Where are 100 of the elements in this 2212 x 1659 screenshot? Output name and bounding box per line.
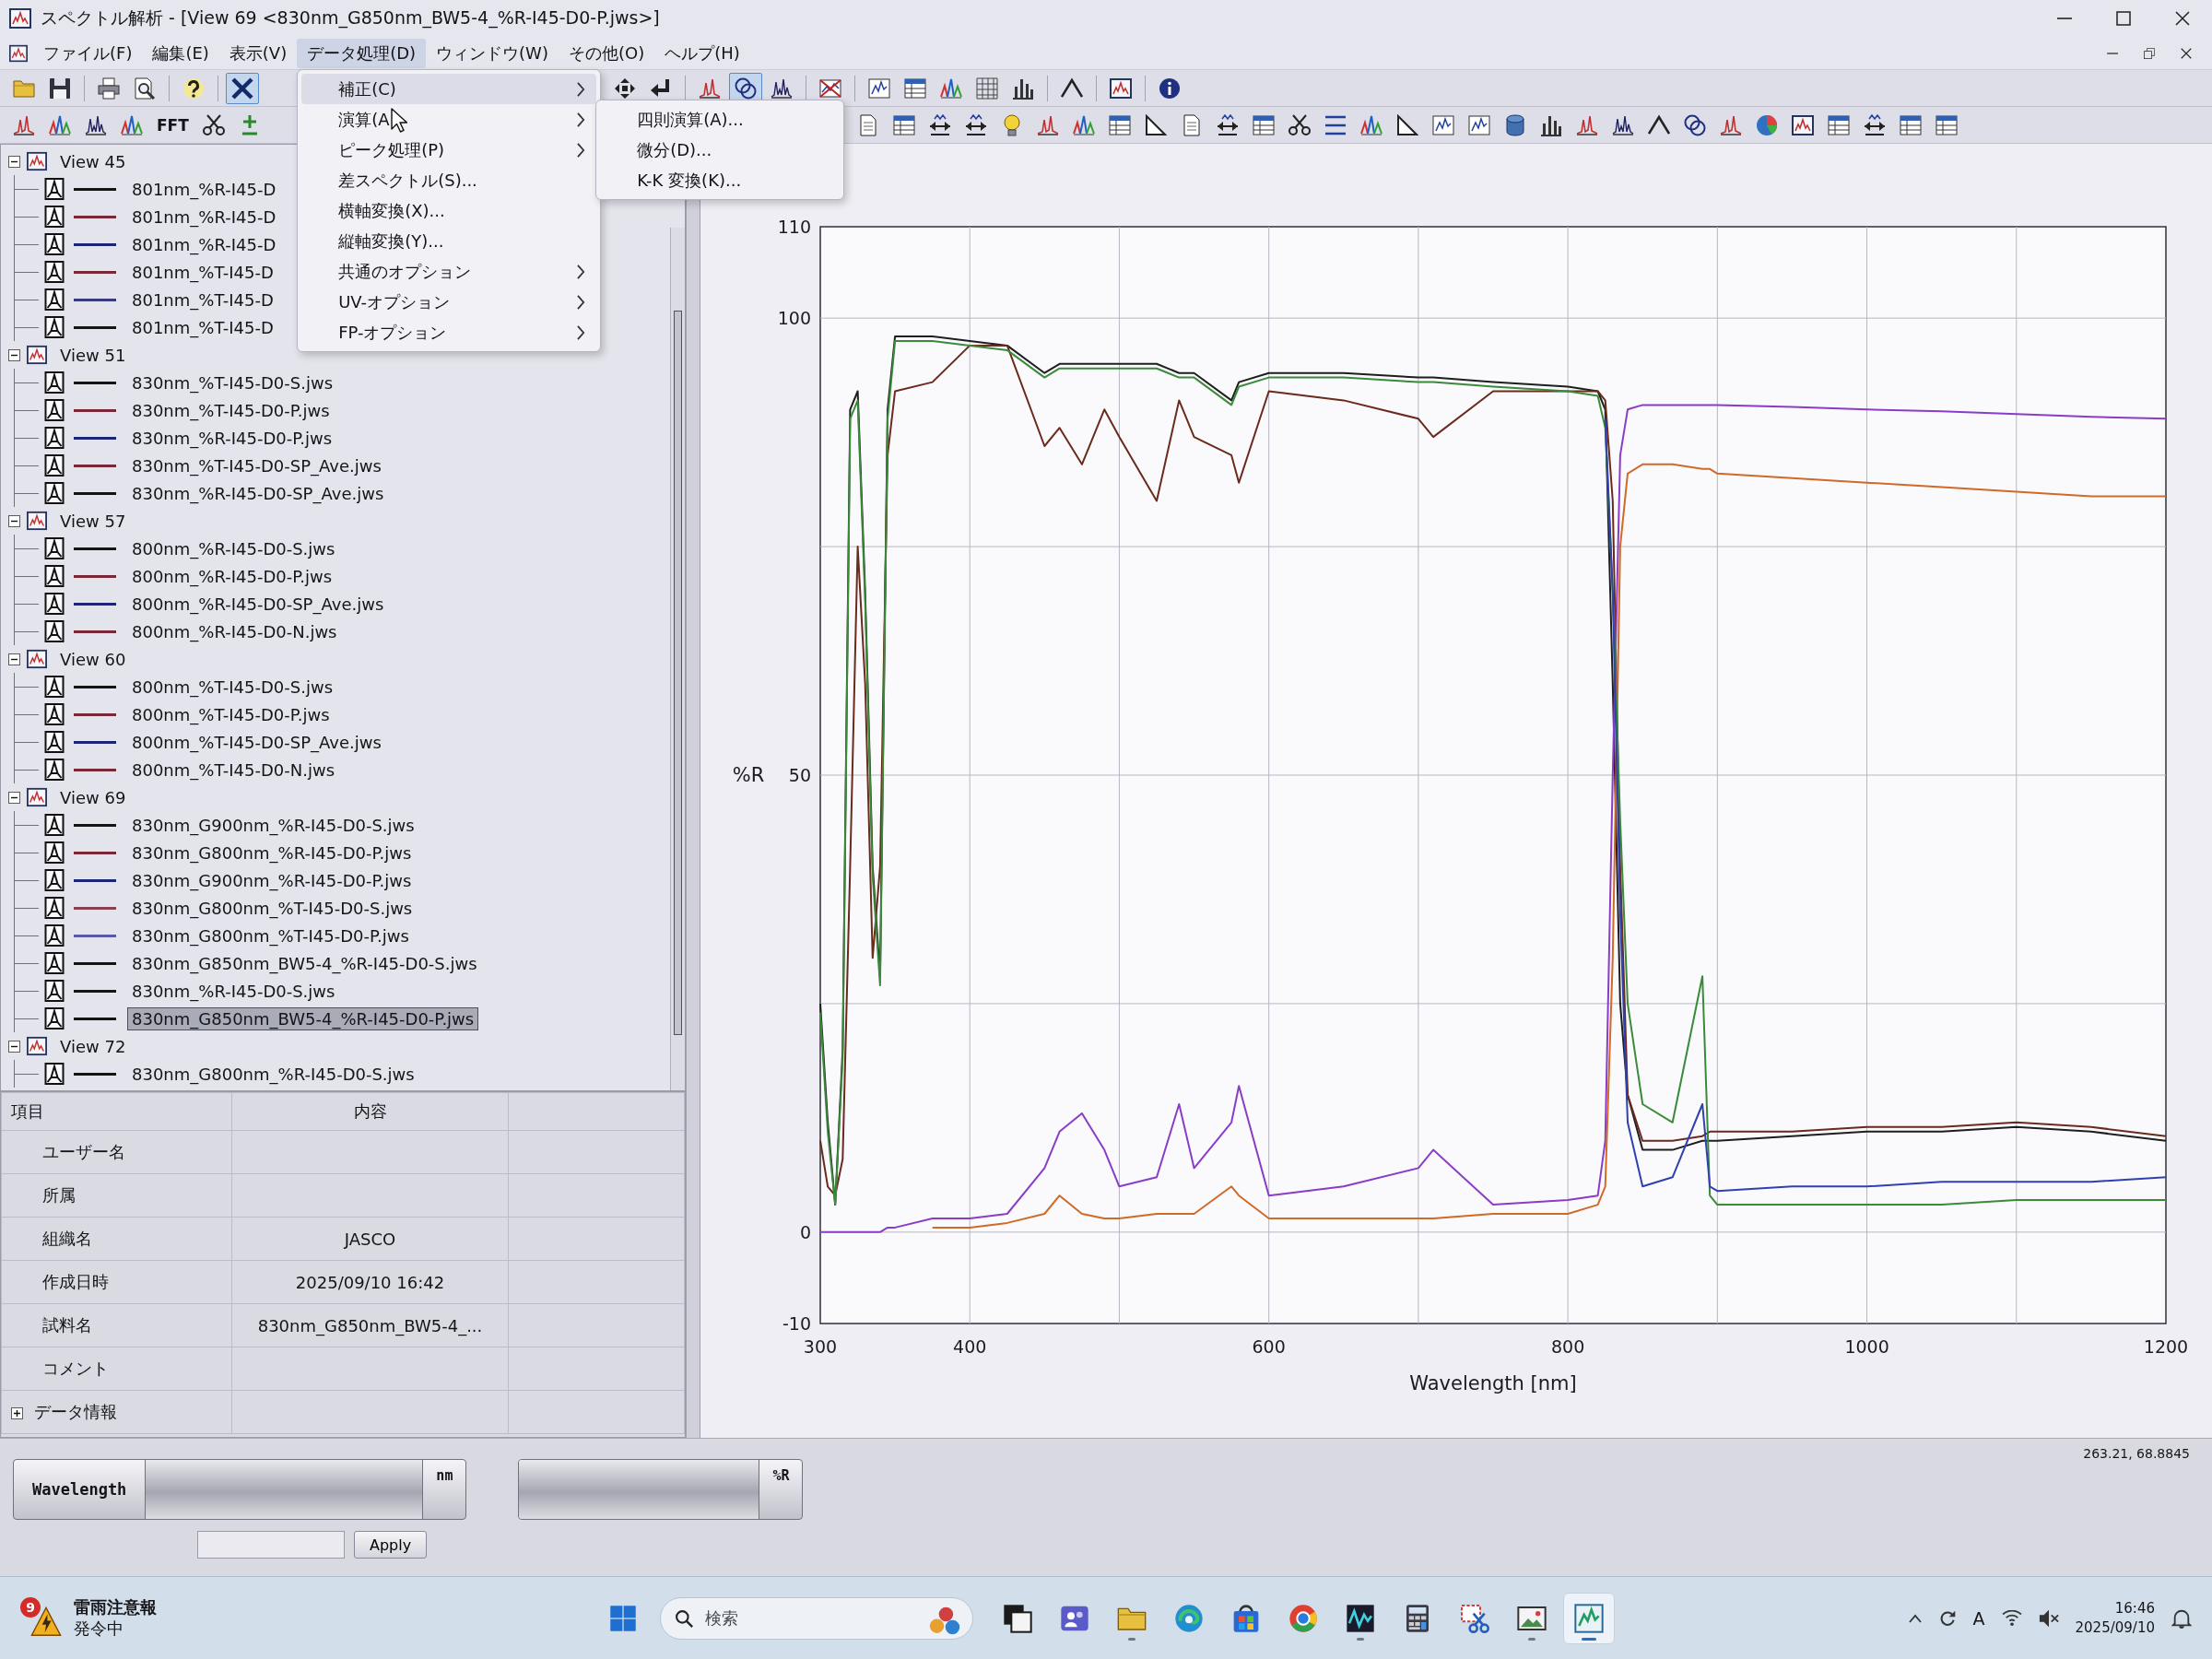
y-tick-label: 0 <box>799 1221 811 1242</box>
peak-document-icon <box>44 952 65 974</box>
muted-speaker-icon[interactable] <box>2038 1607 2059 1629</box>
chevron-up-icon[interactable] <box>1908 1613 1922 1623</box>
tree-item[interactable]: 800nm_%R-I45-D0-S.jws <box>127 536 340 560</box>
refresh-icon[interactable] <box>1937 1608 1957 1628</box>
peak-document-icon <box>44 454 65 477</box>
tree-item[interactable]: 830nm_G800nm_%T-I45-D0-S.jws <box>127 896 418 920</box>
double-arrow-icon <box>1864 113 1887 136</box>
toolbar-button[interactable] <box>226 72 259 104</box>
tree-item[interactable]: 830nm_G800nm_%R-I45-D0-S.jws <box>127 1062 419 1086</box>
tree-item[interactable]: 830nm_%T-I45-D0-SP_Ave.jws <box>127 453 386 477</box>
tree-item[interactable]: View 51 <box>55 343 131 367</box>
weather-title[interactable]: 雷雨注意報 <box>74 1597 157 1618</box>
menu-item[interactable]: 編集(E) <box>142 38 219 68</box>
tree-item[interactable]: 800nm_%R-I45-D0-N.jws <box>127 619 342 643</box>
maximize-icon <box>2116 11 2131 26</box>
table-icon <box>904 76 927 100</box>
y-axis-title: %R <box>732 764 765 786</box>
tree-item[interactable]: 830nm_G850nm_BW5-4_%R-I45-D0-S.jws <box>127 951 482 975</box>
submenu-item[interactable]: K-K 変換(K)... <box>600 165 841 195</box>
peak-document-icon <box>44 233 65 255</box>
wifi-icon[interactable] <box>2001 1609 2022 1627</box>
peak-document-icon <box>44 206 65 228</box>
dropdown-menu-item[interactable]: 共通のオプション <box>301 256 597 287</box>
bell-icon[interactable] <box>2171 1607 2192 1629</box>
dropdown-menu-item[interactable]: FP-オプション <box>301 317 597 347</box>
collapse-icon[interactable] <box>8 155 20 168</box>
tree-item[interactable]: 800nm_%T-I45-D0-S.jws <box>127 675 337 699</box>
expand-icon[interactable] <box>11 1406 23 1419</box>
tree-item[interactable]: 801nm_%R-I45-D <box>127 232 281 256</box>
question-mark-icon <box>182 76 205 100</box>
submenu-item[interactable]: 微分(D)... <box>600 135 841 165</box>
dropdown-menu-item[interactable]: 補正(C) <box>301 74 597 104</box>
collapse-icon[interactable] <box>8 514 20 527</box>
value-field[interactable] <box>146 1460 424 1519</box>
tree-item[interactable]: 830nm_G850nm_BW5-4_%R-I45-D0-P.jws <box>127 1006 479 1030</box>
dropdown-menu-item[interactable]: UV-オプション <box>301 287 597 317</box>
tree-item[interactable]: 800nm_%R-I45-D0-SP_Ave.jws <box>127 592 389 616</box>
tree-item[interactable]: View 57 <box>55 509 131 533</box>
property-label: データ情報 <box>34 1402 117 1421</box>
menu-item[interactable]: 表示(V) <box>218 38 298 68</box>
tree-item[interactable]: 801nm_%R-I45-D <box>127 177 281 201</box>
property-label: 作成日時 <box>1 1260 232 1304</box>
apply-button[interactable]: Apply <box>354 1531 428 1559</box>
dropdown-menu-item[interactable]: 演算(A <box>301 104 597 135</box>
ime-indicator[interactable]: A <box>1972 1607 1985 1629</box>
input-field[interactable] <box>197 1531 345 1559</box>
collapse-icon[interactable] <box>8 653 20 665</box>
tree-item[interactable]: View 69 <box>55 785 131 809</box>
dropdown-menu-item[interactable]: 差スペクトル(S)... <box>301 165 597 195</box>
double-arrow-icon <box>929 113 952 136</box>
tree-item[interactable]: 800nm_%T-I45-D0-SP_Ave.jws <box>127 730 386 754</box>
dropdown-menu-item[interactable]: 縦軸変換(Y)... <box>301 226 597 256</box>
menu-item[interactable]: その他(O) <box>558 38 655 68</box>
tree-item[interactable]: 830nm_G800nm_%R-I45-D0-P.jws <box>127 841 417 865</box>
value-field[interactable] <box>519 1460 760 1519</box>
dropdown-menu-item[interactable]: 横軸変換(X)... <box>301 195 597 226</box>
tree-item[interactable]: 801nm_%R-I45-D <box>127 205 281 229</box>
scrollbar[interactable] <box>670 228 685 1090</box>
tree-item[interactable]: 830nm_%T-I45-D0-S.jws <box>127 371 337 394</box>
collapse-icon[interactable] <box>8 1040 20 1053</box>
menu-item[interactable]: ファイル(F) <box>33 38 143 68</box>
line-chart-icon <box>1432 113 1455 136</box>
y-tick-label: 100 <box>777 308 811 329</box>
chart-window-icon <box>26 1036 48 1056</box>
clock-date[interactable]: 2025/09/10 <box>2075 1618 2155 1637</box>
chart-window-icon <box>26 787 48 807</box>
tree-item[interactable]: 830nm_%R-I45-D0-SP_Ave.jws <box>127 481 389 505</box>
collapse-icon[interactable] <box>8 348 20 361</box>
tree-item[interactable]: 830nm_%T-I45-D0-P.jws <box>127 398 335 422</box>
tree-item[interactable]: 801nm_%T-I45-D <box>127 288 278 312</box>
tree-item[interactable]: 800nm_%T-I45-D0-P.jws <box>127 702 335 726</box>
menu-item[interactable]: ヘルプ(H) <box>654 38 750 68</box>
tree-item[interactable]: 800nm_%T-I45-D0-N.jws <box>127 758 340 782</box>
tree-item[interactable]: 830nm_G900nm_%R-I45-D0-P.jws <box>127 868 417 892</box>
tree-item[interactable]: 801nm_%T-I45-D <box>127 315 278 339</box>
tree-item[interactable]: View 72 <box>55 1034 131 1058</box>
tree-item[interactable]: 800nm_%R-I45-D0-P.jws <box>127 564 337 588</box>
tree-item[interactable]: 801nm_%T-I45-D <box>127 260 278 284</box>
search-field[interactable]: 検索 <box>660 1596 973 1640</box>
tree-item[interactable]: 830nm_%R-I45-D0-P.jws <box>127 426 337 450</box>
tree-item[interactable]: 830nm_G900nm_%R-I45-D0-S.jws <box>127 813 419 837</box>
peak-document-icon <box>44 1063 65 1085</box>
dropdown-menu-item[interactable]: ピーク処理(P) <box>301 135 597 165</box>
table-icon <box>893 113 916 136</box>
toolbar-button[interactable]: FFT <box>151 109 194 141</box>
menu-item[interactable]: ウィンドウ(W) <box>426 38 559 68</box>
clock-time[interactable]: 16:46 <box>2114 1599 2155 1618</box>
property-label: コメント <box>1 1347 232 1391</box>
collapse-icon[interactable] <box>8 791 20 804</box>
tree-item[interactable]: 830nm_G800nm_%T-I45-D0-P.jws <box>127 924 414 947</box>
chart-window-icon <box>26 511 48 531</box>
peak-document-icon <box>44 593 65 615</box>
menu-item[interactable]: データ処理(D) <box>297 38 427 68</box>
caret-icon <box>1061 76 1084 100</box>
submenu-item[interactable]: 四則演算(A)... <box>600 104 841 135</box>
tree-item[interactable]: View 45 <box>55 149 131 173</box>
tree-item[interactable]: 830nm_%R-I45-D0-S.jws <box>127 979 340 1003</box>
tree-item[interactable]: View 60 <box>55 647 131 671</box>
